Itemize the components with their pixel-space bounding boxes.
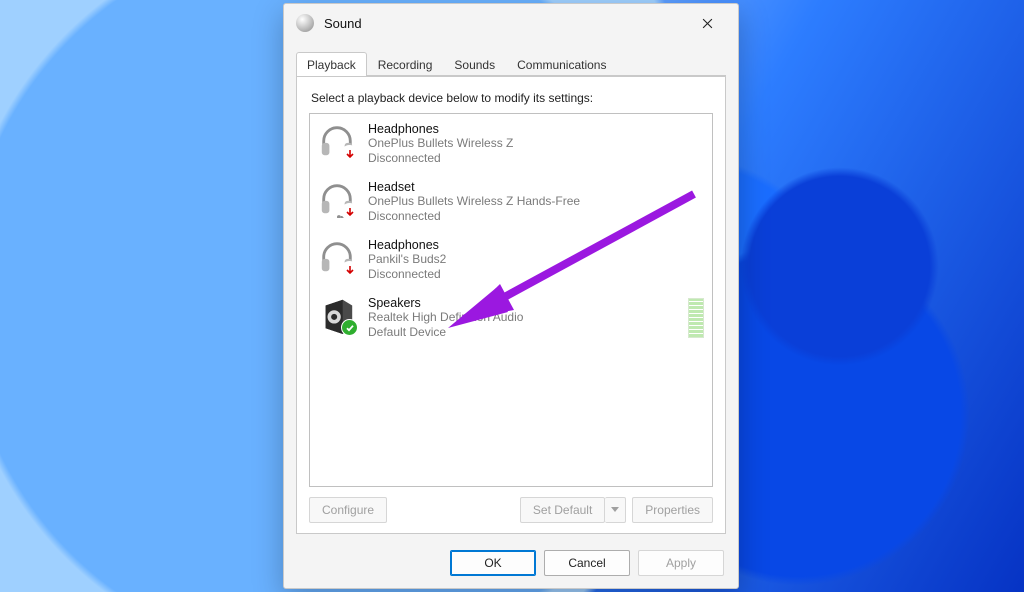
speaker-icon xyxy=(318,296,356,334)
list-item[interactable]: Headset OnePlus Bullets Wireless Z Hands… xyxy=(310,172,712,230)
tab-communications[interactable]: Communications xyxy=(506,52,617,76)
device-name: Headset xyxy=(368,180,580,194)
headset-icon xyxy=(318,180,356,218)
volume-meter xyxy=(688,298,704,338)
device-subtitle: Pankil's Buds2 xyxy=(368,252,446,267)
list-item[interactable]: Speakers Realtek High Definition Audio D… xyxy=(310,288,712,346)
close-button[interactable] xyxy=(686,8,728,38)
device-subtitle: OnePlus Bullets Wireless Z xyxy=(368,136,513,151)
device-subtitle: OnePlus Bullets Wireless Z Hands-Free xyxy=(368,194,580,209)
close-icon xyxy=(702,18,713,29)
tab-sounds[interactable]: Sounds xyxy=(443,52,506,76)
instruction-text: Select a playback device below to modify… xyxy=(311,91,711,105)
device-subtitle: Realtek High Definition Audio xyxy=(368,310,523,325)
headphones-icon xyxy=(318,122,356,160)
down-arrow-icon xyxy=(341,203,358,220)
tab-body-playback: Select a playback device below to modify… xyxy=(296,76,726,534)
headphones-icon xyxy=(318,238,356,276)
device-name: Speakers xyxy=(368,296,523,310)
apply-button[interactable]: Apply xyxy=(638,550,724,576)
properties-button[interactable]: Properties xyxy=(632,497,713,523)
titlebar: Sound xyxy=(284,4,738,42)
device-status: Default Device xyxy=(368,325,523,340)
cancel-button[interactable]: Cancel xyxy=(544,550,630,576)
sound-icon xyxy=(296,14,314,32)
chevron-down-icon xyxy=(611,507,619,513)
tab-playback[interactable]: Playback xyxy=(296,52,367,76)
checkmark-icon xyxy=(341,319,358,336)
device-status: Disconnected xyxy=(368,151,513,166)
tabs-strip: Playback Recording Sounds Communications xyxy=(284,52,738,76)
down-arrow-icon xyxy=(341,261,358,278)
set-default-button[interactable]: Set Default xyxy=(520,497,605,523)
device-status: Disconnected xyxy=(368,209,580,224)
configure-button[interactable]: Configure xyxy=(309,497,387,523)
list-item[interactable]: Headphones OnePlus Bullets Wireless Z Di… xyxy=(310,114,712,172)
set-default-split-button[interactable]: Set Default xyxy=(520,497,626,523)
device-name: Headphones xyxy=(368,238,446,252)
list-item[interactable]: Headphones Pankil's Buds2 Disconnected xyxy=(310,230,712,288)
tab-recording[interactable]: Recording xyxy=(367,52,444,76)
device-list[interactable]: Headphones OnePlus Bullets Wireless Z Di… xyxy=(309,113,713,487)
device-name: Headphones xyxy=(368,122,513,136)
dialog-footer: OK Cancel Apply xyxy=(284,542,738,588)
window-title: Sound xyxy=(324,16,362,31)
device-button-row: Configure Set Default Properties xyxy=(309,487,713,523)
device-status: Disconnected xyxy=(368,267,446,282)
set-default-dropdown[interactable] xyxy=(605,497,626,523)
down-arrow-icon xyxy=(341,145,358,162)
sound-dialog: Sound Playback Recording Sounds Communic… xyxy=(283,3,739,589)
ok-button[interactable]: OK xyxy=(450,550,536,576)
